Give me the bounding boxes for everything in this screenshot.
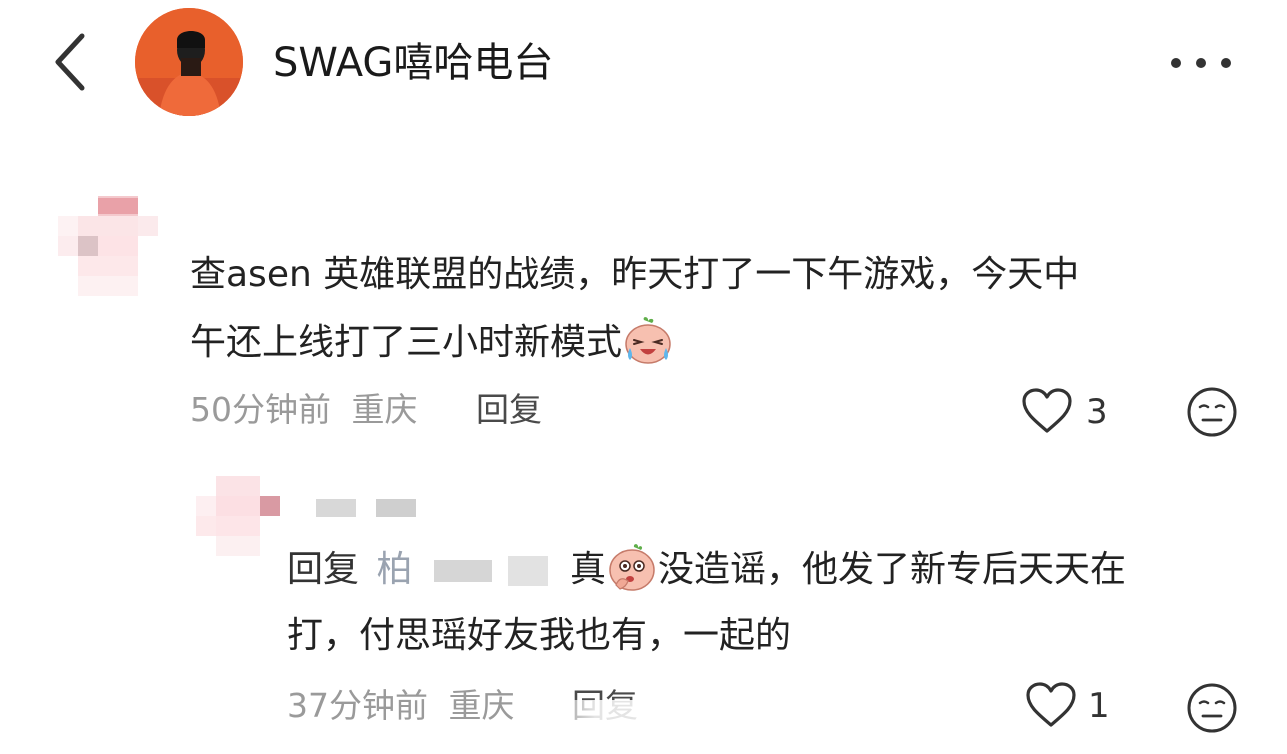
- react-button[interactable]: [1186, 386, 1238, 438]
- replier-name-blurred[interactable]: [316, 497, 418, 519]
- reply-location: 重庆: [448, 686, 515, 725]
- speechless-face-icon: [1187, 683, 1237, 733]
- comment-location: 重庆: [351, 390, 418, 429]
- reply-text-continued: 打，付思瑶好友我也有，一起的: [287, 615, 792, 656]
- comment-time: 50分钟前: [190, 390, 331, 429]
- like-count: 3: [1086, 392, 1108, 432]
- speechless-face-icon: [1187, 387, 1237, 437]
- watermark-fade: [520, 700, 770, 736]
- heart-outline-icon: [1022, 388, 1072, 433]
- blurred-name-part: [434, 560, 493, 582]
- reply-meta: 37分钟前 重庆: [287, 686, 515, 726]
- reply-time: 37分钟前: [287, 686, 428, 725]
- comment-meta: 50分钟前 重庆: [190, 390, 418, 430]
- heart-outline-icon: [1026, 682, 1076, 727]
- thinking-emoji: [606, 541, 658, 593]
- pixelated-avatar-image: [58, 196, 158, 296]
- more-button[interactable]: [1168, 52, 1234, 74]
- pixelated-avatar-image: [196, 476, 280, 556]
- blurred-username: [316, 499, 416, 517]
- reply-like-button[interactable]: 1: [1024, 680, 1124, 730]
- avatar-image: [135, 8, 243, 116]
- account-name[interactable]: SWAG嘻哈电台: [273, 38, 553, 88]
- chevron-left-icon: [55, 33, 85, 91]
- replier-avatar[interactable]: [196, 476, 280, 560]
- like-button[interactable]: 3: [1020, 386, 1120, 436]
- more-dots-icon: [1171, 58, 1231, 68]
- reply-text-line-2: 打，付思瑶好友我也有，一起的: [287, 604, 791, 668]
- reply-text-start: 真: [569, 549, 606, 590]
- reply-prefix: 回复: [287, 549, 360, 590]
- comment-text: 查asen 英雄联盟的战绩，昨天打了一下午游戏，今天中: [190, 254, 1080, 295]
- reply-react-button[interactable]: [1186, 682, 1238, 734]
- crying-laugh-emoji: [622, 314, 674, 366]
- comment-text-line-2: 午还上线打了三小时新模式: [190, 311, 674, 375]
- reply-like-count: 1: [1088, 686, 1110, 726]
- back-button[interactable]: [46, 30, 94, 94]
- account-avatar[interactable]: [135, 8, 243, 116]
- comment-text-line-1: 查asen 英雄联盟的战绩，昨天打了一下午游戏，今天中: [190, 243, 1079, 307]
- reply-button[interactable]: 回复: [476, 390, 542, 430]
- reply-target-name[interactable]: 柏: [376, 549, 412, 590]
- reply-text: 没造谣，他发了新专后天天在: [657, 549, 1126, 590]
- reply-text-line-1: 回复 柏 真 没造谣，他发了新专后天天在: [287, 538, 1126, 602]
- comment-text-continued: 午还上线打了三小时新模式: [190, 322, 623, 363]
- blurred-name-part-2: [508, 556, 549, 586]
- top-bar: SWAG嘻哈电台: [0, 0, 1287, 125]
- commenter-avatar[interactable]: [58, 196, 158, 296]
